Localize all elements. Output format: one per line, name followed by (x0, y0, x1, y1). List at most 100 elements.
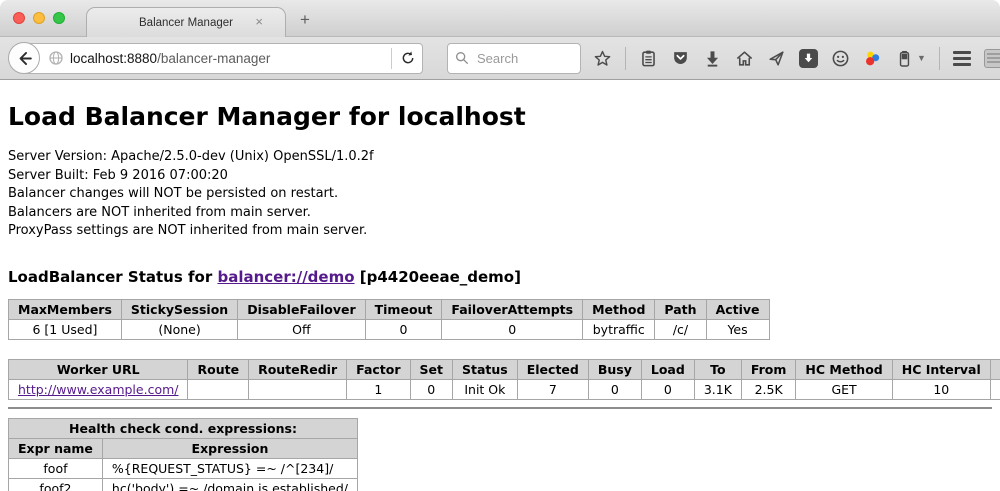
server-version-line: Server Version: Apache/2.5.0-dev (Unix) … (8, 148, 992, 167)
worker-url-link[interactable]: http://www.example.com/ (18, 382, 178, 397)
white-down-arrow-icon (802, 52, 815, 65)
menu-icon[interactable] (953, 51, 971, 66)
table-cell (188, 379, 249, 399)
navigation-toolbar: localhost:8880/balancer-manager (0, 37, 1000, 80)
column-header: StickySession (121, 299, 237, 319)
column-header: To (694, 359, 741, 379)
search-input[interactable] (475, 50, 565, 67)
column-header: Method (583, 299, 655, 319)
page-content: Load Balancer Manager for localhost Serv… (0, 102, 1000, 491)
column-header: MaxMembers (9, 299, 122, 319)
table-cell: 0 (365, 319, 442, 339)
toolbar-icons: ▼ (593, 47, 1000, 70)
column-header: HC Method (796, 359, 892, 379)
table-cell: (None) (121, 319, 237, 339)
table-cell: Yes (706, 319, 769, 339)
column-header: Expr name (9, 438, 103, 458)
table-cell: Off (238, 319, 365, 339)
balancer-demo-link[interactable]: balancer://demo (217, 268, 354, 286)
heading-prefix: LoadBalancer Status for (8, 268, 217, 286)
table-row: 6 [1 Used](None)Off00bytraffic/c/Yes (9, 319, 770, 339)
table-cell: hc('body') =~ /domain is established/ (102, 478, 357, 491)
column-header: Busy (588, 359, 641, 379)
battery-extension-button[interactable]: ▼ (895, 49, 926, 68)
table-cell: http://www.example.com/ (9, 379, 188, 399)
table-title: Health check cond. expressions: (9, 418, 358, 438)
table-cell: Init Ok (453, 379, 518, 399)
table-cell: 0 (588, 379, 641, 399)
table-cell: 1 (0) (990, 379, 1000, 399)
table-row: http://www.example.com/10Init Ok7003.1K2… (9, 379, 1000, 399)
column-header: Passes (990, 359, 1000, 379)
minimize-window-button[interactable] (33, 12, 45, 24)
loadbalancer-status-heading: LoadBalancer Status for balancer://demo … (8, 268, 992, 286)
tab-close-icon[interactable]: × (255, 15, 263, 28)
search-bar[interactable] (447, 43, 581, 74)
column-header: Expression (102, 438, 357, 458)
balancer-settings-table: MaxMembersStickySessionDisableFailoverTi… (8, 299, 770, 340)
titlebar: Balancer Manager × + (0, 0, 1000, 37)
reading-list-icon[interactable] (639, 49, 658, 68)
tab-balancer-manager[interactable]: Balancer Manager × (86, 7, 286, 37)
bookmark-star-icon[interactable] (593, 49, 612, 68)
health-check-table: Health check cond. expressions:Expr name… (8, 418, 358, 491)
table-cell: 6 [1 Used] (9, 319, 122, 339)
home-icon[interactable] (735, 49, 754, 68)
server-built-line: Server Built: Feb 9 2016 07:00:20 (8, 167, 992, 186)
url-input[interactable]: localhost:8880/balancer-manager (23, 43, 423, 74)
tab-center-icon[interactable] (984, 49, 1000, 68)
proxypass-notice-line: ProxyPass settings are NOT inherited fro… (8, 222, 992, 241)
globe-icon (48, 50, 64, 66)
colored-dots-extension-icon[interactable] (863, 49, 882, 68)
feedback-smiley-icon[interactable] (831, 49, 850, 68)
column-header: Factor (347, 359, 410, 379)
table-cell: GET (796, 379, 892, 399)
worker-status-table: Worker URLRouteRouteRedirFactorSetStatus… (8, 359, 1000, 400)
back-button[interactable] (8, 42, 40, 74)
heading-suffix: [p4420eeae_demo] (355, 268, 521, 286)
zoom-window-button[interactable] (53, 12, 65, 24)
column-header: Timeout (365, 299, 442, 319)
table-row: foof%{REQUEST_STATUS} =~ /^[234]/ (9, 458, 358, 478)
column-header: Set (410, 359, 452, 379)
table-cell: foof2 (9, 478, 103, 491)
column-header: HC Interval (892, 359, 990, 379)
url-path: /balancer-manager (157, 51, 270, 66)
column-header: DisableFailover (238, 299, 365, 319)
column-header: Route (188, 359, 249, 379)
table-cell (249, 379, 347, 399)
reload-icon[interactable] (400, 50, 416, 66)
column-header: Active (706, 299, 769, 319)
column-header: From (741, 359, 796, 379)
close-window-button[interactable] (13, 12, 25, 24)
table-cell: %{REQUEST_STATUS} =~ /^[234]/ (102, 458, 357, 478)
chevron-down-icon[interactable]: ▼ (917, 53, 926, 63)
new-tab-button[interactable]: + (300, 11, 310, 28)
server-info: Server Version: Apache/2.5.0-dev (Unix) … (8, 148, 992, 241)
table-cell: 0 (442, 319, 583, 339)
urlbar-divider (391, 48, 392, 69)
table-cell: 7 (517, 379, 588, 399)
table-cell: 3.1K (694, 379, 741, 399)
column-header: Path (655, 299, 706, 319)
column-header: FailoverAttempts (442, 299, 583, 319)
table-cell: foof (9, 458, 103, 478)
url-text: localhost:8880/balancer-manager (70, 51, 383, 66)
toolbar-divider (939, 47, 940, 70)
table-cell: 2.5K (741, 379, 796, 399)
column-header: Status (453, 359, 518, 379)
traffic-lights (13, 12, 65, 24)
send-page-icon[interactable] (767, 49, 786, 68)
table-cell: /c/ (655, 319, 706, 339)
page-title: Load Balancer Manager for localhost (8, 102, 992, 131)
persist-notice-line: Balancer changes will NOT be persisted o… (8, 185, 992, 204)
table-cell: 1 (347, 379, 410, 399)
save-to-device-icon[interactable] (799, 49, 818, 68)
table-cell: bytraffic (583, 319, 655, 339)
downloads-icon[interactable] (703, 49, 722, 68)
table-row: foof2hc('body') =~ /domain is establishe… (9, 478, 358, 491)
inherit-notice-line: Balancers are NOT inherited from main se… (8, 204, 992, 223)
pocket-icon[interactable] (671, 49, 690, 68)
battery-icon (895, 49, 914, 68)
back-arrow-icon (15, 49, 34, 68)
